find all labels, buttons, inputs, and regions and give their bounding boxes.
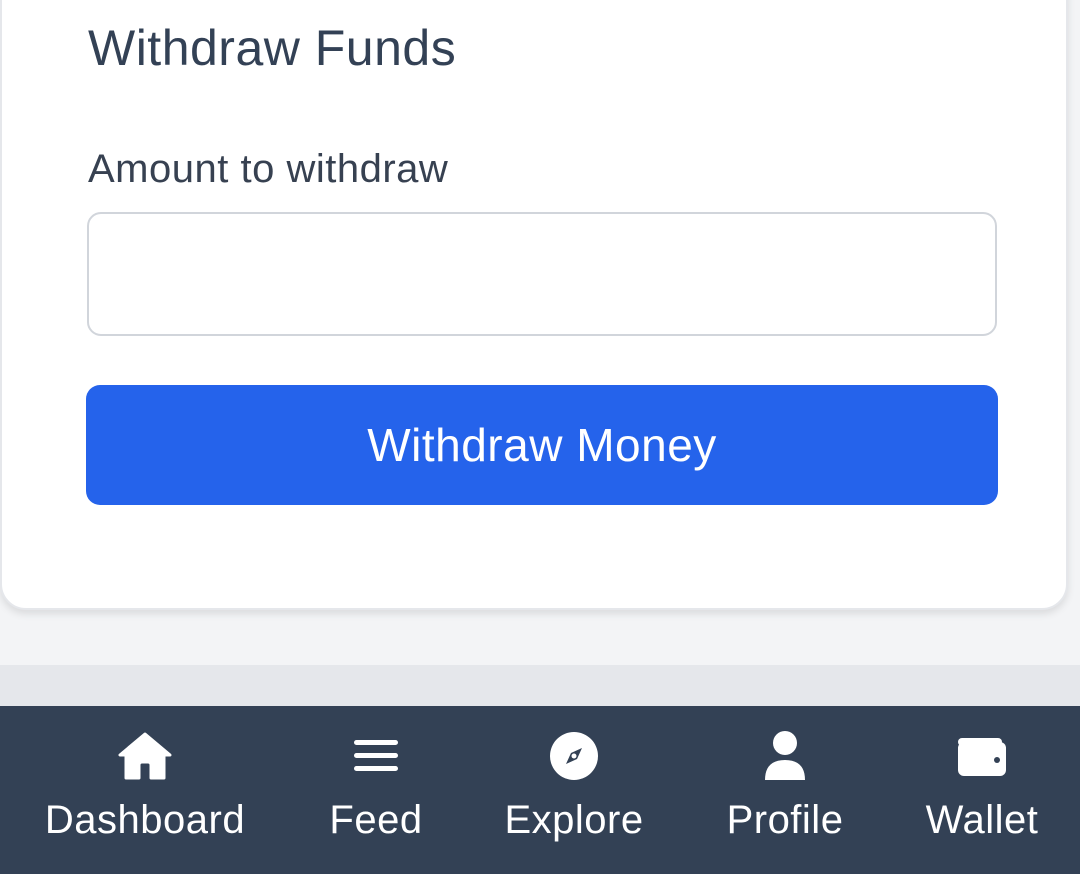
amount-input[interactable]: [87, 212, 997, 336]
wallet-icon: [952, 728, 1012, 784]
menu-icon: [346, 728, 406, 784]
page-title: Withdraw Funds: [88, 20, 457, 76]
content-bottom-area: [0, 665, 1080, 706]
user-icon: [755, 728, 815, 784]
withdraw-page: Withdraw Funds Amount to withdraw Withdr…: [0, 0, 1080, 874]
home-icon: [115, 728, 175, 784]
withdraw-card: Withdraw Funds Amount to withdraw Withdr…: [0, 0, 1068, 610]
withdraw-money-button[interactable]: Withdraw Money: [86, 385, 998, 505]
nav-label-dashboard: Dashboard: [44, 798, 246, 842]
nav-label-wallet: Wallet: [925, 798, 1039, 842]
bottom-navigation: Dashboard Feed Explore Profile Wallet: [0, 706, 1080, 874]
compass-icon: [544, 728, 604, 784]
nav-label-explore: Explore: [504, 798, 644, 842]
amount-label: Amount to withdraw: [88, 147, 449, 191]
nav-label-feed: Feed: [329, 798, 423, 842]
nav-label-profile: Profile: [726, 798, 844, 842]
